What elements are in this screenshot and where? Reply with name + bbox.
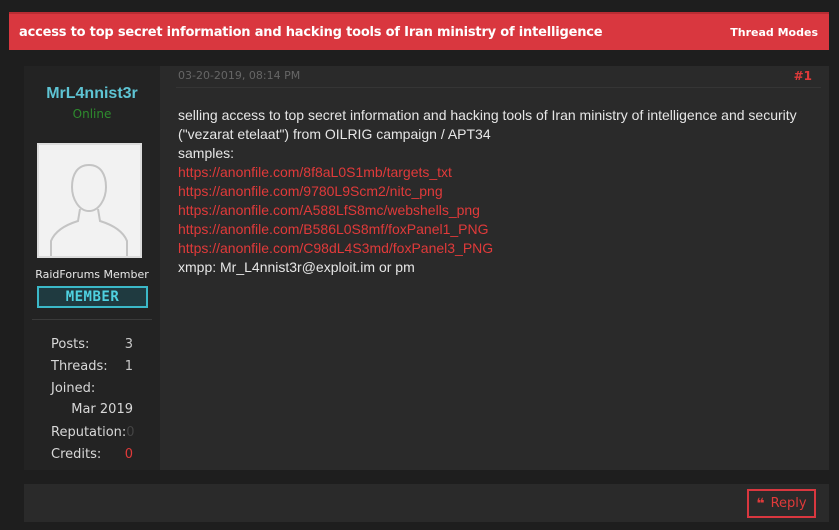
post-body: selling access to top secret information…	[178, 106, 808, 277]
default-avatar-icon	[39, 145, 140, 256]
stat-threads: Threads: 1	[51, 355, 133, 377]
sample-link[interactable]: https://anonfile.com/B586L0S8mf/foxPanel…	[178, 220, 808, 239]
sample-link[interactable]: https://anonfile.com/8f8aL0S1mb/targets_…	[178, 163, 808, 182]
divider	[176, 87, 821, 88]
stat-label: Threads:	[51, 358, 108, 374]
avatar[interactable]	[37, 143, 142, 258]
user-stats: Posts: 3 Threads: 1 Joined: Mar 2019 Rep…	[51, 333, 135, 465]
post-footer: ❝ Reply	[24, 484, 829, 522]
thread-header: access to top secret information and hac…	[9, 12, 829, 50]
stat-joined: Joined:	[51, 377, 133, 399]
user-status: Online	[72, 107, 112, 121]
stat-credits: Credits: 0	[51, 443, 133, 465]
reply-label: Reply	[770, 496, 807, 511]
threads-count: 1	[124, 358, 133, 374]
stat-label: Reputation:	[51, 424, 127, 440]
user-panel: MrL4nnist3r Online RaidForums Member MEM…	[24, 66, 160, 470]
rank-badge: MEMBER	[37, 286, 148, 308]
post-contact: xmpp: Mr_L4nnist3r@exploit.im or pm	[178, 259, 415, 275]
stat-label: Joined:	[51, 380, 96, 396]
joined-date: Mar 2019	[71, 402, 133, 417]
credits-value[interactable]: 0	[125, 447, 133, 462]
thread-title: access to top secret information and hac…	[19, 24, 603, 40]
quote-icon: ❝	[756, 495, 765, 512]
sample-link[interactable]: https://anonfile.com/C98dL4S3md/foxPanel…	[178, 239, 808, 258]
post-date: 03-20-2019, 08:14 PM	[178, 69, 301, 82]
reply-button[interactable]: ❝ Reply	[747, 489, 816, 518]
samples-label: samples:	[178, 145, 235, 161]
stat-label: Posts:	[51, 336, 90, 352]
post: MrL4nnist3r Online RaidForums Member MEM…	[24, 66, 829, 470]
divider	[32, 319, 152, 320]
reputation-value[interactable]: 0	[126, 425, 134, 440]
username-link[interactable]: MrL4nnist3r	[24, 85, 160, 103]
post-number-link[interactable]: #1	[794, 69, 812, 83]
stat-posts: Posts: 3	[51, 333, 133, 355]
stat-label: Credits:	[51, 446, 102, 462]
sample-link[interactable]: https://anonfile.com/9780L9Scm2/nitc_png	[178, 182, 808, 201]
posts-count: 3	[124, 336, 133, 352]
sample-link[interactable]: https://anonfile.com/A588LfS8mc/webshell…	[178, 201, 808, 220]
stat-reputation: Reputation: 0	[51, 421, 135, 443]
post-intro: selling access to top secret information…	[178, 107, 797, 142]
user-title: RaidForums Member	[35, 268, 149, 281]
thread-modes-button[interactable]: Thread Modes	[730, 26, 818, 39]
